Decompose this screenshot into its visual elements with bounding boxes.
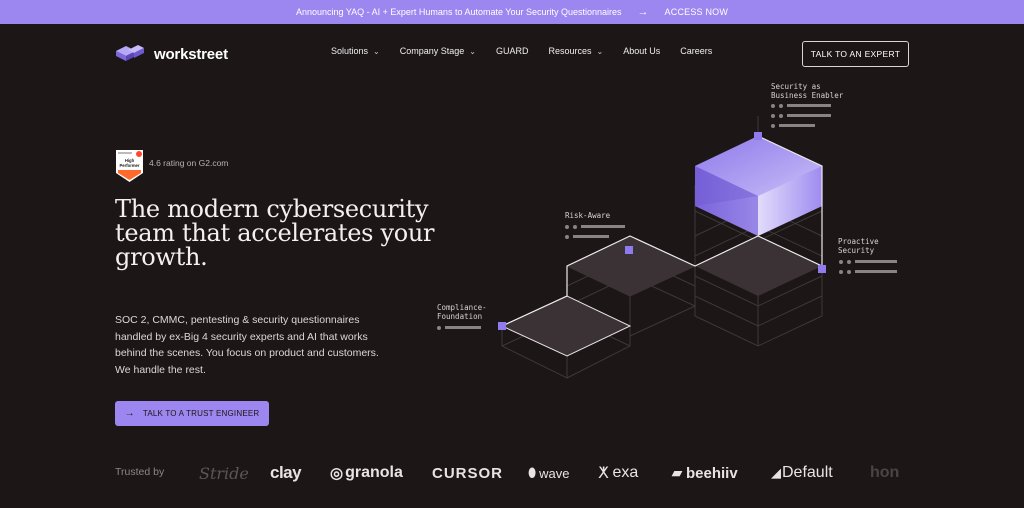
brand-cursor: CURSOR: [432, 464, 504, 482]
brand-stride: Stride: [199, 463, 249, 483]
nav-label: Careers: [680, 46, 713, 56]
arrow-right-icon: →: [124, 408, 135, 419]
nav-label: Resources: [548, 46, 592, 56]
security-maturity-diagram: [437, 104, 897, 379]
nav-company-stage[interactable]: Company Stage ⌄: [400, 46, 476, 56]
g2-high-performer-badge: High Performer: [116, 150, 143, 182]
cta-label: TALK TO A TRUST ENGINEER: [142, 409, 260, 418]
arrow-right-icon: →: [637, 6, 649, 18]
nav-about-us[interactable]: About Us: [623, 46, 660, 56]
nav-solutions[interactable]: Solutions ⌄: [331, 46, 380, 56]
label-compliance-foundation: Compliance- Foundation: [437, 303, 487, 321]
logo-wordmark: workstreet: [154, 45, 228, 63]
microphone-icon: ⬮: [528, 465, 537, 480]
brand-wave: ⬮ wave: [528, 465, 570, 481]
chevron-down-icon: ⌄: [469, 46, 476, 56]
nav-careers[interactable]: Careers: [680, 46, 712, 56]
label-risk-aware: Risk-Aware: [565, 211, 611, 220]
g2-rating-text: 4.6 rating on G2.com: [149, 158, 229, 168]
brand-granola: ◎ granola: [330, 464, 403, 482]
announcement-banner[interactable]: Announcing YAQ - AI + Expert Humans to A…: [0, 0, 1024, 24]
banner-text: Announcing YAQ - AI + Expert Humans to A…: [295, 7, 622, 17]
talk-to-expert-button[interactable]: TALK TO AN EXPERT: [802, 41, 909, 67]
node-business-enabler: [754, 132, 762, 140]
main-nav: Solutions ⌄ Company Stage ⌄ GUARD Resour…: [331, 46, 712, 56]
node-proactive: [818, 265, 826, 273]
node-risk-aware: [625, 246, 633, 254]
chevron-down-icon: ⌄: [373, 46, 380, 56]
brand-partial: hon: [870, 464, 900, 481]
label-business-enabler: Security as Business Enabler: [771, 82, 844, 100]
trusted-by-label: Trusted by: [115, 466, 165, 478]
default-icon: ◢: [771, 465, 781, 480]
hero-headline: The modern cybersecurity team that accel…: [115, 195, 435, 271]
nav-label: Solutions: [331, 46, 369, 56]
granola-icon: ◎: [330, 465, 344, 482]
brand-clay: clay: [270, 463, 302, 482]
beehiiv-icon: ▰: [672, 465, 682, 480]
chevron-down-icon: ⌄: [596, 46, 604, 56]
brand-exa: ⵅ exa: [598, 464, 639, 482]
brand-beehiiv: ▰ beehiiv: [672, 464, 738, 482]
label-proactive-security: Proactive Security: [838, 237, 879, 255]
nav-resources[interactable]: Resources ⌄: [549, 46, 604, 56]
brand-default: ◢ Default: [771, 464, 833, 481]
workstreet-logo-icon: [116, 45, 144, 61]
badge-line2: Performer: [119, 163, 139, 168]
nav-label: GUARD: [495, 46, 529, 56]
banner-access-link[interactable]: ACCESS NOW: [665, 7, 729, 17]
customer-logos: Stride clay ◎ granola CURSOR ⬮ wave ⵅ exa ▰…: [199, 457, 909, 489]
hero-subcopy: SOC 2, CMMC, pentesting & security quest…: [115, 314, 379, 376]
nav-guard[interactable]: GUARD: [496, 46, 529, 56]
exa-icon: ⵅ: [598, 465, 609, 482]
nav-label: About Us: [623, 46, 661, 56]
talk-to-trust-engineer-button[interactable]: → TALK TO A TRUST ENGINEER: [115, 401, 269, 426]
node-compliance: [498, 322, 506, 330]
workstreet-logo[interactable]: workstreet: [114, 44, 228, 64]
nav-label: Company Stage: [399, 46, 465, 56]
